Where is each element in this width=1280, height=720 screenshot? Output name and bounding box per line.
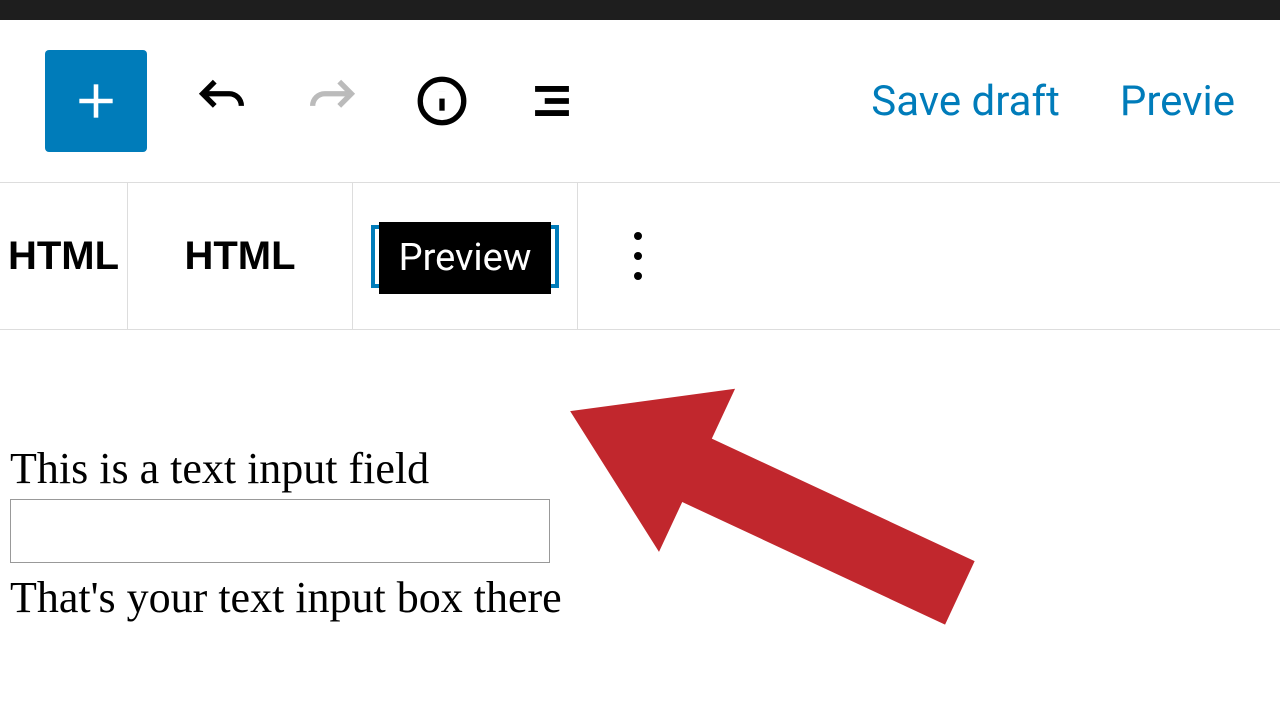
preview-link[interactable]: Previe xyxy=(1120,77,1235,126)
html-tab-label: HTML xyxy=(184,234,295,279)
undo-button[interactable] xyxy=(187,66,257,136)
block-type-indicator[interactable]: HTML xyxy=(0,183,128,329)
outline-button[interactable] xyxy=(517,66,587,136)
label-above-input: This is a text input field xyxy=(10,440,1270,497)
editor-top-toolbar: Save draft Previe xyxy=(0,20,1280,182)
block-toolbar: HTML HTML Preview xyxy=(0,182,1280,330)
html-tab[interactable]: HTML xyxy=(128,183,353,329)
undo-icon xyxy=(193,72,251,130)
info-button[interactable] xyxy=(407,66,477,136)
label-below-input: That's your text input box there xyxy=(10,569,1270,626)
redo-button[interactable] xyxy=(297,66,367,136)
more-vertical-icon xyxy=(634,232,642,280)
top-actions: Save draft Previe xyxy=(871,77,1235,126)
preview-tab-label: Preview xyxy=(379,222,552,294)
info-icon xyxy=(413,72,471,130)
top-dark-bar xyxy=(0,0,1280,20)
add-block-button[interactable] xyxy=(45,50,147,152)
outline-icon xyxy=(523,72,581,130)
redo-icon xyxy=(303,72,361,130)
more-options-button[interactable] xyxy=(578,183,698,329)
block-type-label: HTML xyxy=(8,234,119,279)
text-input-field[interactable] xyxy=(10,499,550,563)
save-draft-link[interactable]: Save draft xyxy=(871,77,1060,126)
block-preview-content: This is a text input field That's your t… xyxy=(0,330,1280,638)
plus-icon xyxy=(71,76,121,126)
preview-tab-active: Preview xyxy=(371,225,560,288)
preview-tab[interactable]: Preview xyxy=(353,183,578,329)
